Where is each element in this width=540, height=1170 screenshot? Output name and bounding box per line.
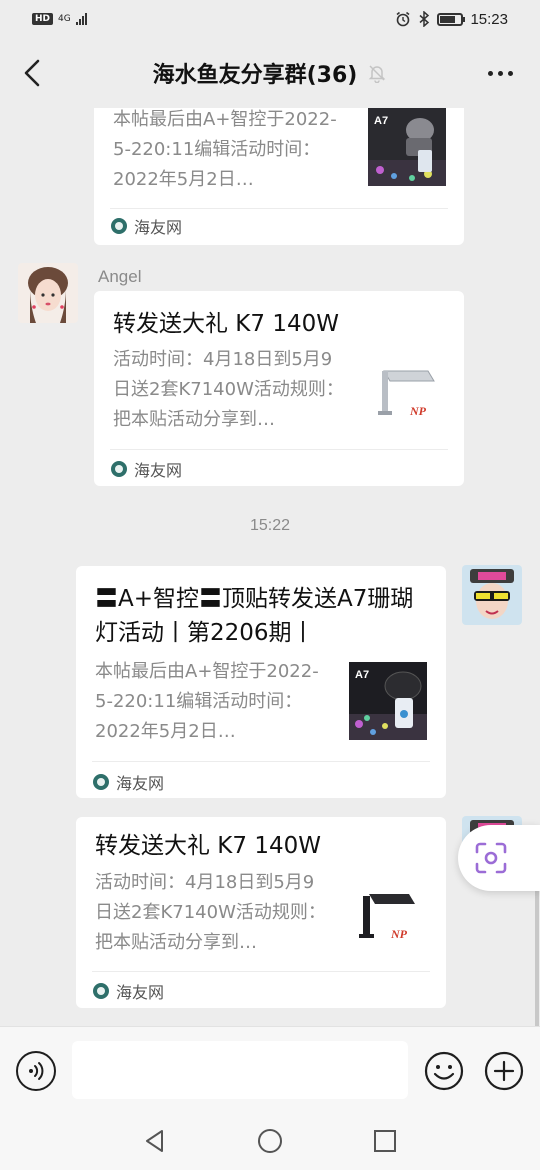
card-thumbnail: A7 xyxy=(368,108,446,186)
card-thumbnail: NP xyxy=(368,351,446,429)
sender-name: Angel xyxy=(98,267,142,286)
time-separator: 15:22 xyxy=(249,517,291,534)
status-bar: HD 4G 15:23 xyxy=(0,0,540,38)
voice-icon xyxy=(29,1062,44,1080)
navigation-bar xyxy=(0,1112,540,1170)
card-title: 转发送大礼 K7 140W xyxy=(95,833,321,859)
status-right: 15:23 xyxy=(395,11,508,28)
screen-recognition-button[interactable] xyxy=(458,825,540,891)
more-functions-button[interactable] xyxy=(484,1051,524,1091)
avatar[interactable] xyxy=(18,263,78,323)
link-card[interactable]: 转发送大礼 K7 140W 活动时间：4月18日到5月9日送2套K7140W活动… xyxy=(76,817,446,1008)
card-divider xyxy=(92,971,430,972)
emoji-icon xyxy=(424,1051,464,1091)
card-title: 〓A+智控〓顶贴转发送A7珊瑚灯活动丨第2206期丨 xyxy=(95,586,414,646)
nav-back-button[interactable] xyxy=(140,1126,170,1156)
source-icon xyxy=(111,461,127,477)
link-card[interactable]: 本帖最后由A+智控于2022-5-220:11编辑活动时间：2022年5月2日…… xyxy=(94,108,464,245)
card-description: 本帖最后由A+智控于2022-5-220:11编辑活动时间：2022年5月2日… xyxy=(95,661,319,742)
source-label: 海友网 xyxy=(116,983,165,1002)
message-input[interactable] xyxy=(72,1041,408,1099)
more-options-button[interactable] xyxy=(482,60,518,86)
link-card[interactable]: 〓A+智控〓顶贴转发送A7珊瑚灯活动丨第2206期丨 本帖最后由A+智控于202… xyxy=(76,566,446,798)
source-label: 海友网 xyxy=(116,774,165,793)
card-source: 海友网 xyxy=(93,770,164,794)
nav-back-icon xyxy=(146,1130,163,1152)
thumb-label: A7 xyxy=(355,669,369,681)
battery-icon xyxy=(437,12,466,26)
card-divider xyxy=(92,761,430,762)
mute-icon xyxy=(369,65,386,83)
signal-icon xyxy=(75,13,87,25)
card-description: 活动时间：4月18日到5月9日送2套K7140W活动规则：把本贴活动分享到… xyxy=(95,872,326,953)
card-title: 转发送大礼 K7 140W xyxy=(113,311,339,337)
status-left: HD 4G xyxy=(32,13,87,25)
scan-icon xyxy=(475,842,507,874)
source-label: 海友网 xyxy=(134,461,183,480)
svg-text:NP: NP xyxy=(409,404,427,418)
nav-home-icon xyxy=(258,1129,282,1153)
svg-text:NP: NP xyxy=(390,927,408,941)
title-bar: 海水鱼友分享群(36) xyxy=(0,38,540,108)
thumb-label: A7 xyxy=(374,115,388,127)
chat-area[interactable]: 本帖最后由A+智控于2022-5-220:11编辑活动时间：2022年5月2日…… xyxy=(0,108,540,1026)
nav-recents-icon xyxy=(374,1130,396,1152)
card-source: 海友网 xyxy=(111,457,182,481)
card-thumbnail: A7 xyxy=(349,662,427,740)
nav-recents-button[interactable] xyxy=(370,1126,400,1156)
nav-home-button[interactable] xyxy=(255,1126,285,1156)
hd-badge: HD xyxy=(32,13,54,25)
chat-title: 海水鱼友分享群(36) xyxy=(152,63,358,88)
back-arrow-icon xyxy=(24,59,40,87)
voice-button[interactable] xyxy=(16,1051,56,1091)
scrollbar[interactable] xyxy=(535,888,539,1026)
link-card[interactable]: 转发送大礼 K7 140W 活动时间：4月18日到5月9日送2套K7140W活动… xyxy=(94,291,464,486)
back-button[interactable] xyxy=(14,53,50,93)
source-icon xyxy=(111,218,127,234)
card-description: 本帖最后由A+智控于2022-5-220:11编辑活动时间：2022年5月2日… xyxy=(113,109,337,190)
emoji-button[interactable] xyxy=(424,1051,464,1091)
clock: 15:23 xyxy=(470,10,508,28)
plus-icon xyxy=(484,1051,524,1091)
input-bar xyxy=(0,1026,540,1112)
bluetooth-icon xyxy=(419,11,430,27)
source-label: 海友网 xyxy=(134,218,183,237)
source-icon xyxy=(93,774,109,790)
network-type: 4G xyxy=(58,13,71,24)
title-wrap: 海水鱼友分享群(36) xyxy=(153,57,388,89)
card-source: 海友网 xyxy=(93,979,164,1003)
card-divider xyxy=(110,449,448,450)
source-icon xyxy=(93,983,109,999)
alarm-icon xyxy=(396,11,410,27)
card-divider xyxy=(110,208,448,209)
card-source: 海友网 xyxy=(111,214,182,238)
card-thumbnail: NP xyxy=(349,874,427,952)
card-description: 活动时间：4月18日到5月9日送2套K7140W活动规则：把本贴活动分享到… xyxy=(113,349,344,430)
self-avatar[interactable] xyxy=(462,565,522,625)
